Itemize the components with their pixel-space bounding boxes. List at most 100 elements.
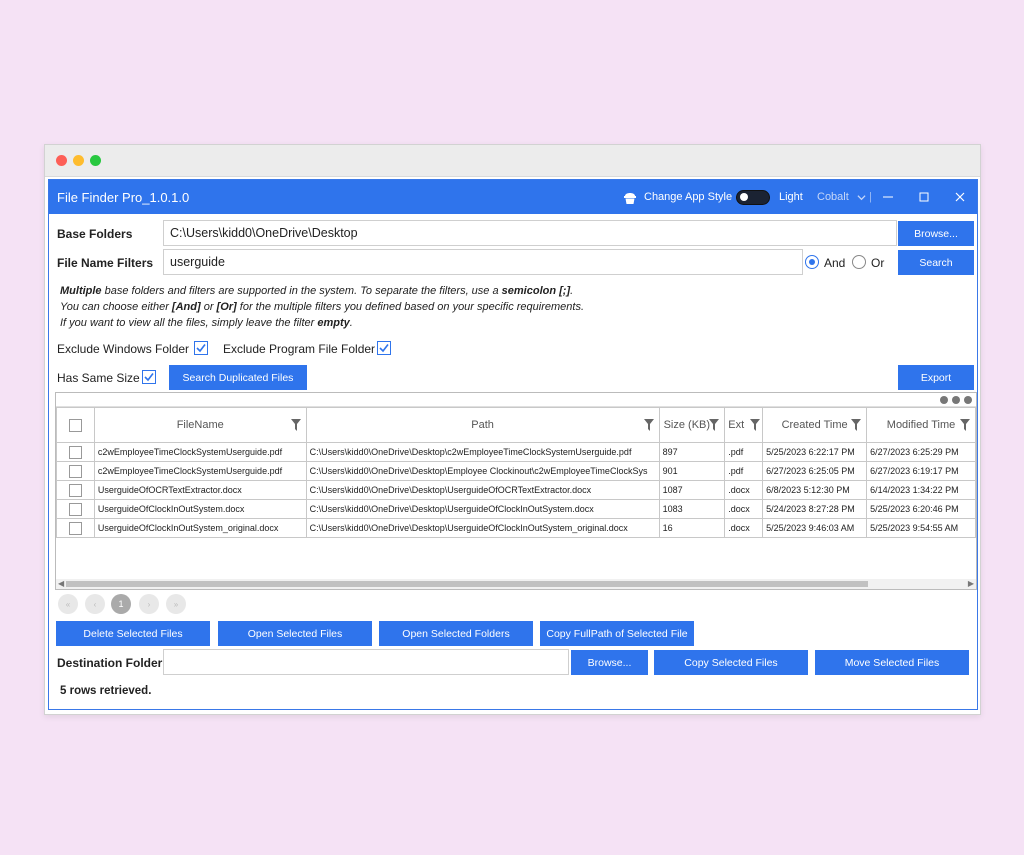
filter-icon[interactable] <box>290 419 301 431</box>
table-row[interactable]: c2wEmployeeTimeClockSystemUserguide.pdf … <box>56 461 976 481</box>
column-header-created[interactable]: Created Time <box>762 407 868 443</box>
row-select-cell[interactable] <box>56 480 95 500</box>
cell-modified[interactable]: 6/14/2023 1:34:22 PM <box>866 480 976 500</box>
or-radio[interactable] <box>852 255 866 269</box>
cell-ext[interactable]: .pdf <box>724 442 764 462</box>
row-checkbox[interactable] <box>68 483 82 497</box>
page-first-button[interactable]: « <box>58 594 78 614</box>
theme-toggle[interactable] <box>736 180 770 214</box>
scroll-left-icon[interactable]: ◀ <box>58 579 64 589</box>
copy-fullpath-button[interactable]: Copy FullPath of Selected File <box>540 621 694 646</box>
cell-filename[interactable]: UserguideOfClockInOutSystem.docx <box>93 499 307 519</box>
close-button[interactable] <box>943 180 977 214</box>
cell-path[interactable]: C:\Users\kidd0\OneDrive\Desktop\c2wEmplo… <box>305 442 660 462</box>
cell-size[interactable]: 1083 <box>658 499 726 519</box>
cell-created[interactable]: 5/24/2023 8:27:28 PM <box>762 499 868 519</box>
move-selected-files-button[interactable]: Move Selected Files <box>815 650 969 675</box>
column-header-modified[interactable]: Modified Time <box>866 407 976 443</box>
cell-size[interactable]: 897 <box>658 442 726 462</box>
table-row[interactable]: UserguideOfOCRTextExtractor.docx C:\User… <box>56 480 976 500</box>
cell-size[interactable]: 16 <box>658 518 726 538</box>
maximize-button[interactable] <box>907 180 941 214</box>
minimize-button[interactable] <box>871 180 905 214</box>
exclude-program-checkbox[interactable] <box>377 341 391 355</box>
base-folders-input[interactable]: C:\Users\kidd0\OneDrive\Desktop <box>163 220 897 246</box>
row-select-cell[interactable] <box>56 442 95 462</box>
select-all-checkbox[interactable] <box>68 418 82 432</box>
cell-path[interactable]: C:\Users\kidd0\OneDrive\Desktop\Employee… <box>305 461 660 481</box>
table-row[interactable]: c2wEmployeeTimeClockSystemUserguide.pdf … <box>56 442 976 462</box>
column-header-filename[interactable]: FileName <box>93 407 307 443</box>
column-header-size[interactable]: Size (KB) <box>658 407 726 443</box>
export-button[interactable]: Export <box>898 365 974 390</box>
exclude-windows-checkbox[interactable] <box>194 341 208 355</box>
column-header-path[interactable]: Path <box>305 407 660 443</box>
scrollbar-thumb[interactable] <box>66 581 868 587</box>
filter-icon[interactable] <box>750 419 761 431</box>
row-checkbox[interactable] <box>68 521 82 535</box>
page-prev-button[interactable]: ‹ <box>85 594 105 614</box>
search-duplicated-button[interactable]: Search Duplicated Files <box>169 365 307 390</box>
open-selected-folders-button[interactable]: Open Selected Folders <box>379 621 533 646</box>
cell-filename[interactable]: c2wEmployeeTimeClockSystemUserguide.pdf <box>93 461 307 481</box>
destination-browse-button[interactable]: Browse... <box>571 650 648 675</box>
cell-created[interactable]: 5/25/2023 9:46:03 AM <box>762 518 868 538</box>
change-style-button[interactable]: Change App Style <box>622 180 732 214</box>
cell-ext[interactable]: .docx <box>724 518 764 538</box>
cell-modified[interactable]: 6/27/2023 6:25:29 PM <box>866 442 976 462</box>
filter-icon[interactable] <box>643 419 654 431</box>
filters-input[interactable]: userguide <box>163 249 803 275</box>
column-header-ext[interactable]: Ext <box>724 407 764 443</box>
cell-ext[interactable]: .pdf <box>724 461 764 481</box>
page-next-button[interactable]: › <box>139 594 159 614</box>
and-radio[interactable] <box>805 255 819 269</box>
cell-filename[interactable]: UserguideOfOCRTextExtractor.docx <box>93 480 307 500</box>
select-all-header[interactable] <box>56 407 95 443</box>
base-browse-button[interactable]: Browse... <box>898 221 974 246</box>
row-checkbox[interactable] <box>68 464 82 478</box>
horizontal-scrollbar[interactable]: ◀ ▶ <box>56 579 976 589</box>
search-button[interactable]: Search <box>898 250 974 275</box>
filter-icon[interactable] <box>960 419 970 431</box>
cell-modified[interactable]: 5/25/2023 6:20:46 PM <box>866 499 976 519</box>
cell-created[interactable]: 5/25/2023 6:22:17 PM <box>762 442 868 462</box>
cell-created[interactable]: 6/27/2023 6:25:05 PM <box>762 461 868 481</box>
destination-input[interactable] <box>163 649 569 675</box>
cell-size[interactable]: 1087 <box>658 480 726 500</box>
cell-modified[interactable]: 6/27/2023 6:19:17 PM <box>866 461 976 481</box>
row-checkbox[interactable] <box>68 502 82 516</box>
row-select-cell[interactable] <box>56 499 95 519</box>
table-row[interactable]: UserguideOfClockInOutSystem_original.doc… <box>56 518 976 538</box>
theme-toggle-switch[interactable] <box>736 189 770 205</box>
delete-selected-button[interactable]: Delete Selected Files <box>56 621 210 646</box>
cell-path[interactable]: C:\Users\kidd0\OneDrive\Desktop\Userguid… <box>305 518 660 538</box>
page-last-button[interactable]: » <box>166 594 186 614</box>
table-row[interactable]: UserguideOfClockInOutSystem.docx C:\User… <box>56 499 976 519</box>
filter-icon[interactable] <box>709 419 720 431</box>
row-select-cell[interactable] <box>56 518 95 538</box>
filter-icon[interactable] <box>851 419 862 431</box>
row-select-cell[interactable] <box>56 461 95 481</box>
cell-created[interactable]: 6/8/2023 5:12:30 PM <box>762 480 868 500</box>
minimize-dot[interactable] <box>73 155 84 166</box>
maximize-dot[interactable] <box>90 155 101 166</box>
cell-modified[interactable]: 5/25/2023 9:54:55 AM <box>866 518 976 538</box>
cell-filename[interactable]: c2wEmployeeTimeClockSystemUserguide.pdf <box>93 442 307 462</box>
open-selected-files-button[interactable]: Open Selected Files <box>218 621 372 646</box>
row-checkbox[interactable] <box>68 445 82 459</box>
cell-filename[interactable]: UserguideOfClockInOutSystem_original.doc… <box>93 518 307 538</box>
cell-size[interactable]: 901 <box>658 461 726 481</box>
same-size-checkbox[interactable] <box>142 370 156 384</box>
cell-path[interactable]: C:\Users\kidd0\OneDrive\Desktop\Userguid… <box>305 480 660 500</box>
page-current-button[interactable]: 1 <box>111 594 131 614</box>
close-dot[interactable] <box>56 155 67 166</box>
more-icon[interactable] <box>964 396 972 404</box>
copy-selected-files-button[interactable]: Copy Selected Files <box>654 650 808 675</box>
accent-dropdown[interactable]: Cobalt <box>817 180 866 214</box>
cell-ext[interactable]: .docx <box>724 499 764 519</box>
scroll-right-icon[interactable]: ▶ <box>968 579 974 589</box>
cell-path[interactable]: C:\Users\kidd0\OneDrive\Desktop\Userguid… <box>305 499 660 519</box>
more-icon[interactable] <box>952 396 960 404</box>
more-icon[interactable] <box>940 396 948 404</box>
cell-ext[interactable]: .docx <box>724 480 764 500</box>
